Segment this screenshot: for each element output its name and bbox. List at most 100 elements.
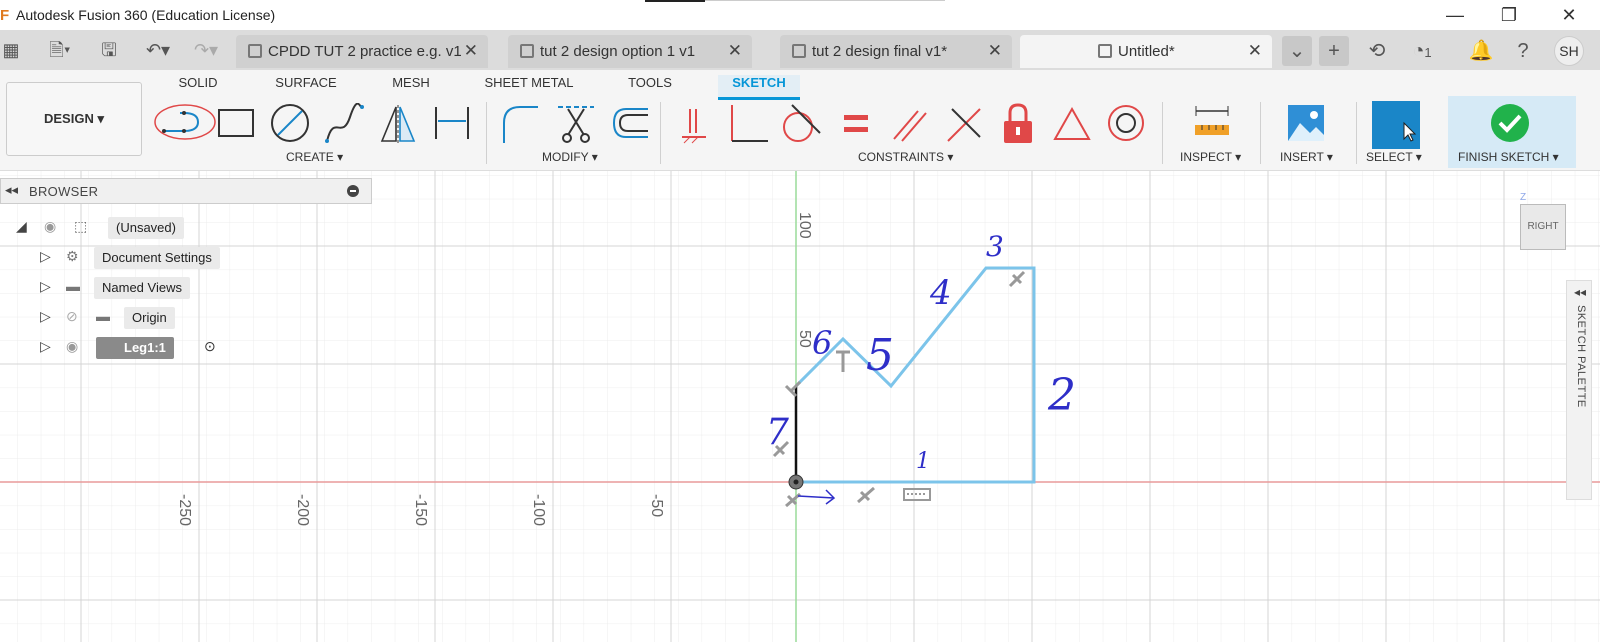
perpendicular-constraint-icon[interactable]	[944, 103, 984, 145]
visibility-eye-icon[interactable]: ◉	[44, 218, 56, 235]
tab-close-icon[interactable]: ✕	[988, 41, 1002, 61]
decor-line	[645, 0, 705, 2]
dimension-tool-icon[interactable]	[432, 103, 472, 145]
finish-sketch-check-icon[interactable]	[1490, 103, 1530, 145]
constraints-menu[interactable]: CONSTRAINTS ▾	[858, 150, 953, 164]
mirror-tool-icon[interactable]	[378, 103, 418, 145]
select-menu[interactable]: SELECT ▾	[1366, 150, 1422, 164]
viewcube[interactable]: RIGHT	[1520, 204, 1566, 250]
lock-constraint-icon[interactable]	[998, 103, 1038, 145]
tree-item-label: Document Settings	[94, 247, 220, 269]
sketch-palette-tab[interactable]: ◂◂ SKETCH PALETTE	[1566, 280, 1592, 500]
spline-tool-icon[interactable]	[324, 103, 364, 145]
select-label: SELECT	[1366, 150, 1413, 164]
component-icon: ⬚	[74, 218, 88, 234]
file-menu-icon[interactable]: 🗎▾	[40, 38, 80, 62]
grid-menu-icon[interactable]: ▦	[0, 38, 22, 62]
select-tool-icon[interactable]	[1372, 101, 1420, 149]
create-menu[interactable]: CREATE ▾	[286, 150, 343, 164]
help-icon[interactable]: ?	[1508, 36, 1538, 66]
annotation-text: 2	[1047, 370, 1076, 421]
insert-menu[interactable]: INSERT ▾	[1280, 150, 1333, 164]
job-status-icon[interactable]: ◔1	[1404, 36, 1440, 66]
expand-icon[interactable]: ▷	[40, 338, 51, 355]
window-title: Autodesk Fusion 360 (Education License)	[16, 7, 276, 23]
tab-surface[interactable]: SURFACE	[272, 75, 340, 97]
axis-label: -250	[176, 494, 193, 526]
insert-label: INSERT	[1280, 150, 1324, 164]
tree-item-label: Leg1:1	[96, 337, 174, 359]
line-tool-icon[interactable]	[152, 103, 222, 145]
workspace-switcher-button[interactable]: DESIGN ▾	[6, 82, 142, 156]
sketch-palette-label: SKETCH PALETTE	[1575, 305, 1587, 408]
axis-label: -50	[648, 494, 665, 517]
tree-item-label: Origin	[124, 307, 175, 329]
expand-icon[interactable]: ▷	[40, 248, 51, 265]
concentric-constraint-icon[interactable]	[1106, 103, 1146, 145]
document-tab-bar: ▦ 🗎▾ 🖫 ↶▾ ↷▾ CPDD TUT 2 practice e.g. v1…	[0, 30, 1600, 70]
avatar[interactable]: SH	[1554, 36, 1584, 66]
measure-tool-icon[interactable]	[1192, 103, 1232, 145]
parallel-constraint-icon[interactable]	[890, 103, 930, 145]
tab-label: Untitled*	[1118, 43, 1175, 60]
gear-icon: ⚙	[66, 248, 79, 264]
hidden-eye-icon[interactable]: ⊘	[66, 308, 78, 325]
expand-icon[interactable]: ◢	[16, 218, 27, 235]
tab-mesh[interactable]: MESH	[390, 75, 432, 97]
tree-item-label: Named Views	[94, 277, 190, 299]
modify-menu[interactable]: MODIFY ▾	[542, 150, 598, 164]
new-tab-icon[interactable]: +	[1319, 36, 1349, 66]
tab-untitled[interactable]: Untitled* ✕	[1020, 35, 1272, 68]
axis-label: -100	[530, 494, 547, 526]
rectangle-tool-icon[interactable]	[216, 103, 256, 145]
title-bar: F Autodesk Fusion 360 (Education License…	[0, 0, 1600, 30]
divider	[486, 102, 487, 164]
fillet-tool-icon[interactable]	[500, 103, 540, 145]
offset-tool-icon[interactable]	[610, 103, 650, 145]
tangent-constraint-icon[interactable]	[782, 103, 822, 145]
design-cube-icon	[248, 44, 262, 58]
save-icon[interactable]: 🖫	[96, 38, 122, 62]
tab-tools[interactable]: TOOLS	[626, 75, 674, 97]
z-axis-label: Z	[1520, 192, 1527, 203]
trim-tool-icon[interactable]	[556, 103, 596, 145]
notifications-icon[interactable]: 🔔	[1466, 36, 1496, 66]
minimize-panel-icon[interactable]	[347, 185, 359, 197]
coincident-constraint-icon[interactable]	[728, 103, 768, 145]
sketch-canvas[interactable]: -250 -200 -150 -100 -50 100 50 1 2 3 4 5…	[0, 171, 1600, 642]
tab-tut-2-final[interactable]: tut 2 design final v1* ✕	[780, 35, 1012, 68]
extensions-icon[interactable]: ⟲	[1362, 36, 1392, 66]
finish-sketch-button[interactable]: FINISH SKETCH ▾	[1458, 150, 1559, 164]
redo-icon[interactable]: ↷▾	[186, 38, 226, 62]
tab-tut-2-option-1[interactable]: tut 2 design option 1 v1 ✕	[508, 35, 752, 68]
workspace-label: DESIGN	[44, 111, 94, 126]
expand-icon[interactable]: ▷	[40, 278, 51, 295]
tab-sketch[interactable]: SKETCH	[718, 75, 800, 100]
minimize-button[interactable]: —	[1432, 2, 1478, 28]
fix-constraint-icon[interactable]	[676, 103, 712, 145]
tab-solid[interactable]: SOLID	[174, 75, 222, 97]
restore-button[interactable]: ❐	[1486, 2, 1532, 28]
expand-palette-icon[interactable]: ◂◂	[1574, 285, 1586, 299]
tab-close-icon[interactable]: ✕	[728, 41, 742, 61]
browser-panel-header[interactable]: ◂◂ BROWSER	[0, 178, 372, 204]
insert-image-icon[interactable]	[1286, 103, 1326, 145]
close-button[interactable]: ✕	[1546, 2, 1592, 28]
collapse-panel-icon[interactable]: ◂◂	[5, 182, 18, 198]
tab-overflow-icon[interactable]: ⌄	[1282, 36, 1312, 66]
design-cube-icon	[1098, 44, 1112, 58]
tab-cpdd-tut-2[interactable]: CPDD TUT 2 practice e.g. v1 ✕	[236, 35, 488, 68]
undo-icon[interactable]: ↶▾	[138, 38, 178, 62]
equal-constraint-icon[interactable]	[836, 103, 876, 145]
inspect-menu[interactable]: INSPECT ▾	[1180, 150, 1241, 164]
activate-radio-icon[interactable]: ⊙	[204, 338, 216, 355]
circle-tool-icon[interactable]	[270, 103, 310, 145]
tab-close-icon[interactable]: ✕	[464, 41, 478, 61]
annotation-text: 5	[866, 330, 894, 381]
tab-close-icon[interactable]: ✕	[1248, 41, 1262, 61]
design-cube-icon	[520, 44, 534, 58]
triangle-constraint-icon[interactable]	[1052, 103, 1092, 145]
expand-icon[interactable]: ▷	[40, 308, 51, 325]
tab-sheet-metal[interactable]: SHEET METAL	[484, 75, 574, 97]
visibility-eye-icon[interactable]: ◉	[66, 338, 78, 355]
